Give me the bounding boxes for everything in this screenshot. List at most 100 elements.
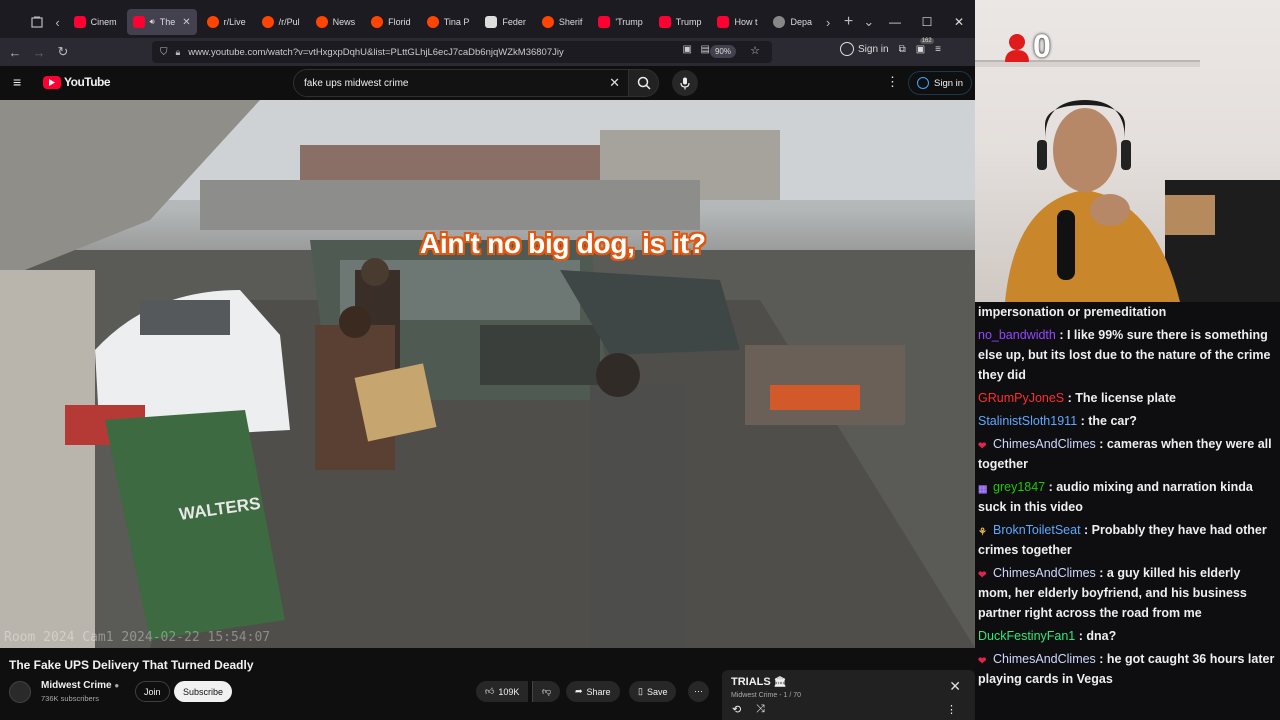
browser-tab[interactable]: Tina P	[421, 9, 476, 35]
like-button[interactable]: 👍︎ 109K	[476, 681, 529, 702]
url-text[interactable]: www.youtube.com/watch?v=vtHxgxpDqhU&list…	[188, 47, 563, 58]
browser-tab[interactable]: News	[310, 9, 362, 35]
user-circle-icon	[917, 77, 929, 89]
playlist-subtitle: Midwest Crime - 1 / 70	[731, 692, 802, 699]
tab-label: 'Trump	[615, 17, 643, 27]
channel-name[interactable]: Midwest Crime ●	[41, 680, 119, 691]
chat-separator: :	[1095, 437, 1107, 451]
close-window-icon[interactable]: ✕	[943, 15, 975, 29]
search-query[interactable]: fake ups midwest crime	[304, 78, 408, 89]
scroll-tabs-left-icon[interactable]: ‹	[47, 9, 67, 35]
chat-username[interactable]: GRumPyJoneS	[978, 391, 1064, 405]
browser-tab[interactable]: How t	[711, 9, 763, 35]
shuffle-icon[interactable]: ⤨	[756, 703, 765, 716]
chat-username[interactable]: BroknToiletSeat	[993, 523, 1081, 537]
loop-icon[interactable]: ⟲	[732, 703, 741, 716]
tab-view-icon[interactable]	[27, 9, 47, 35]
address-bar[interactable]: ⛉ 🔒︎ www.youtube.com/watch?v=vtHxgxpDqhU…	[152, 41, 772, 63]
minimize-icon[interactable]: —	[879, 15, 911, 29]
new-tab-icon[interactable]: +	[838, 9, 858, 35]
browser-tab[interactable]: Cinem	[68, 9, 123, 35]
browser-tab[interactable]: 🔊︎ The ✕	[126, 9, 197, 35]
chat-username[interactable]: no_bandwidth	[978, 328, 1056, 342]
youtube-signin-button[interactable]: Sign in	[908, 71, 973, 95]
chat-separator: :	[1080, 523, 1092, 537]
thumbs-up-icon: 👍︎	[485, 686, 495, 696]
subscribe-button[interactable]: Subscribe	[174, 681, 233, 702]
close-tab-icon[interactable]: ✕	[182, 17, 190, 28]
share-button[interactable]: ➦ Share	[566, 681, 620, 702]
scroll-tabs-right-icon[interactable]: ›	[818, 9, 838, 35]
dislike-button[interactable]: 👎︎	[532, 681, 561, 702]
browser-tab[interactable]: Depa	[767, 9, 818, 35]
share-label: Share	[586, 686, 611, 697]
reload-icon[interactable]: ↻	[50, 39, 76, 65]
bookmark-star-icon[interactable]: ☆	[750, 44, 760, 57]
chat-username[interactable]: ChimesAndClimes	[993, 652, 1096, 666]
more-actions-button[interactable]: ⋯	[688, 681, 709, 702]
chat-username[interactable]: grey1847	[993, 480, 1045, 494]
tab-label: News	[332, 17, 356, 27]
channel-name-text[interactable]: Midwest Crime	[41, 680, 112, 691]
gray-favicon-icon	[773, 16, 786, 28]
video-caption: Ain't no big dog, is it?	[420, 228, 706, 259]
back-icon[interactable]: ←	[2, 39, 28, 65]
video-player[interactable]: WALTERS Ain't no big dog, is it? Room 20…	[0, 100, 975, 648]
maximize-icon[interactable]: ☐	[911, 15, 943, 29]
speaker-icon[interactable]: 🔊︎	[150, 17, 155, 27]
forward-icon[interactable]: →	[26, 39, 52, 65]
picture-in-picture-icon[interactable]: ▣	[683, 44, 692, 55]
extension-badge-icon[interactable]: ▣ 162	[916, 37, 934, 55]
search-button[interactable]	[629, 69, 659, 97]
chat-message: ❤︎ ChimesAndClimes : he got caught 36 hou…	[978, 649, 1277, 689]
playlist-panel[interactable]: TRIALS 🏛︎ Midwest Crime - 1 / 70 ✕ ⟲ ⤨ ⋮	[722, 670, 975, 720]
youtube-header: ≡ YouTube fake ups midwest crime ✕ ⋮ Sig…	[0, 66, 975, 100]
chat-username[interactable]: StalinistSloth1911	[978, 414, 1077, 428]
shield-icon[interactable]: ⛉	[160, 47, 168, 58]
extensions-icon[interactable]: ⧉	[899, 44, 906, 55]
list-all-tabs-icon[interactable]: ⌄	[859, 9, 879, 35]
chat-username[interactable]: ChimesAndClimes	[993, 566, 1096, 580]
sub-badge-icon: ▦	[978, 484, 988, 495]
browser-tab[interactable]: Florid	[365, 9, 417, 35]
zoom-level[interactable]: 90%	[709, 45, 736, 58]
thumbs-down-icon: 👎︎	[542, 686, 552, 696]
playlist-title[interactable]: TRIALS 🏛︎	[731, 676, 787, 688]
channel-avatar[interactable]	[9, 681, 31, 703]
reader-view-icon[interactable]: ▤	[701, 44, 710, 55]
like-count: 109K	[498, 686, 520, 697]
app-menu-icon[interactable]: ≡	[935, 44, 941, 55]
playlist-title-text[interactable]: TRIALS	[731, 676, 771, 688]
browser-tab[interactable]: r/Live	[201, 9, 252, 35]
voice-search-button[interactable]	[672, 70, 698, 96]
tab-label: Trump	[675, 17, 702, 27]
search-input[interactable]: fake ups midwest crime ✕	[293, 69, 629, 97]
join-button[interactable]: Join	[135, 681, 170, 702]
streamer-webcam: 0	[975, 0, 1280, 302]
youtube-signin-label: Sign in	[934, 77, 964, 89]
close-playlist-icon[interactable]: ✕	[949, 678, 961, 695]
browser-signin-label[interactable]: Sign in	[858, 44, 889, 55]
browser-tab[interactable]: Feder	[479, 9, 532, 35]
youtube-logo[interactable]: YouTube	[43, 75, 111, 89]
chat-username[interactable]: DuckFestinyFan1	[978, 629, 1075, 643]
playlist-menu-icon[interactable]: ⋮	[946, 703, 957, 716]
save-button[interactable]: ▯ Save	[629, 681, 677, 702]
chat-message: ❤︎ ChimesAndClimes : a guy killed his eld…	[978, 563, 1277, 623]
chat-username[interactable]: ChimesAndClimes	[993, 437, 1096, 451]
tab-label: Sherif	[558, 17, 583, 27]
account-icon[interactable]	[840, 42, 854, 56]
guide-menu-icon[interactable]: ≡	[13, 74, 21, 90]
browser-tab[interactable]: 'Trump	[592, 9, 648, 35]
clear-search-icon[interactable]: ✕	[609, 75, 620, 91]
chat-separator: :	[1055, 328, 1067, 342]
lock-icon[interactable]: 🔒︎	[176, 47, 181, 58]
settings-dots-icon[interactable]: ⋮	[886, 74, 899, 90]
toolbar-right: Sign in ⧉ ▣ 162 ≡	[840, 37, 941, 56]
microphone-icon	[680, 77, 690, 89]
youtube-favicon-icon	[598, 16, 611, 28]
browser-tab[interactable]: /r/Pul	[256, 9, 306, 35]
browser-tab[interactable]: Trump	[653, 9, 708, 35]
reddit-favicon-icon	[206, 16, 219, 28]
browser-tab[interactable]: Sherif	[536, 9, 589, 35]
